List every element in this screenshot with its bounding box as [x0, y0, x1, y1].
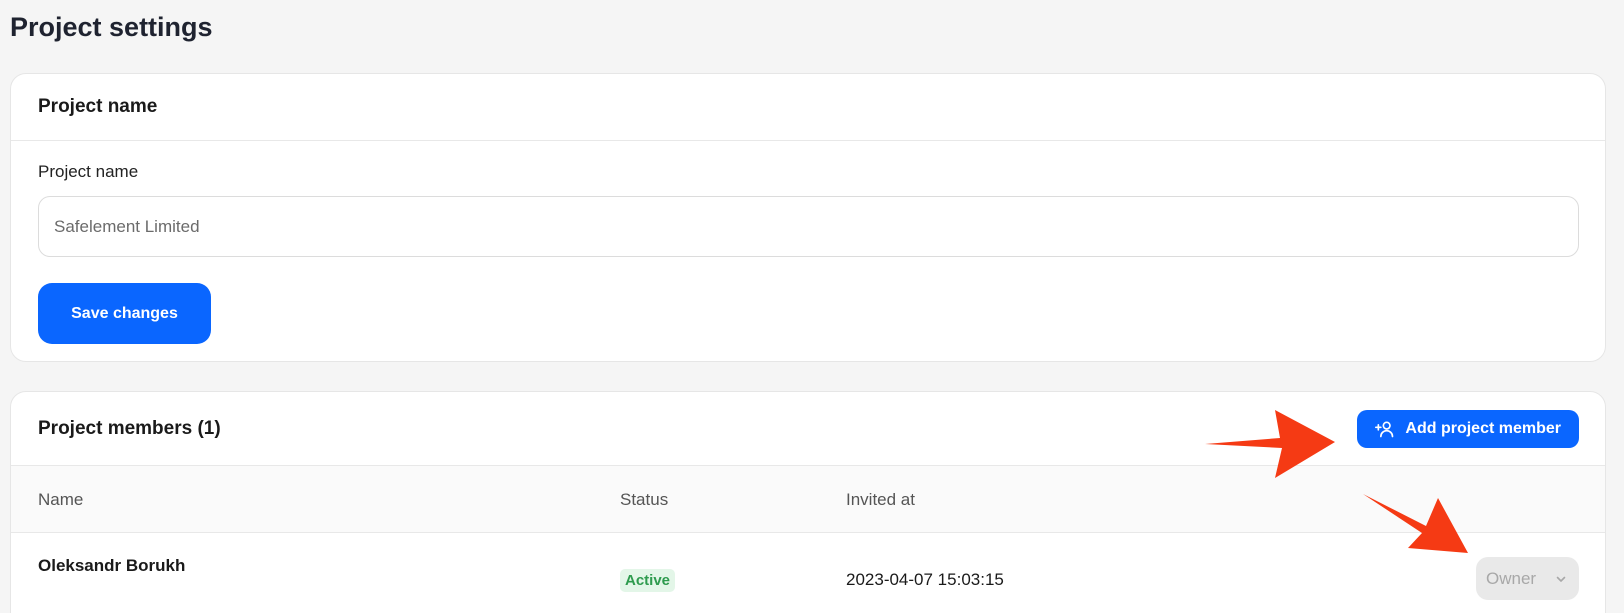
- add-project-member-button[interactable]: Add project member: [1357, 409, 1579, 448]
- chevron-down-icon: [1556, 576, 1566, 582]
- project-name-card: Project name Project name Save changes: [10, 73, 1606, 362]
- project-members-card-header: Project members (1) Add project member: [11, 392, 1605, 466]
- add-project-member-label: Add project member: [1405, 419, 1561, 437]
- project-members-card: Project members (1) Add project member N…: [10, 391, 1606, 613]
- save-changes-button[interactable]: Save changes: [38, 283, 211, 344]
- project-name-label: Project name: [38, 162, 139, 181]
- column-header-invited-at: Invited at: [846, 490, 915, 509]
- column-header-name: Name: [38, 490, 84, 509]
- role-select[interactable]: Owner: [1476, 557, 1579, 600]
- column-header-status: Status: [620, 490, 669, 509]
- project-name-card-title: Project name: [38, 96, 158, 117]
- role-select-value: Owner: [1486, 568, 1537, 588]
- project-name-input[interactable]: [38, 196, 1579, 257]
- project-name-card-header: Project name: [11, 74, 1605, 141]
- member-invited-at: 2023-04-07 15:03:15: [846, 570, 1004, 589]
- project-members-card-title: Project members (1): [38, 417, 221, 439]
- status-badge: Active: [620, 569, 676, 592]
- table-row: Oleksandr Borukh Active 2023-04-07 15:03…: [11, 534, 1605, 613]
- user-plus-icon: [1375, 421, 1394, 437]
- member-name: Oleksandr Borukh: [38, 556, 186, 575]
- page-title: Project settings: [10, 12, 213, 42]
- members-table-header: Name Status Invited at: [11, 466, 1605, 533]
